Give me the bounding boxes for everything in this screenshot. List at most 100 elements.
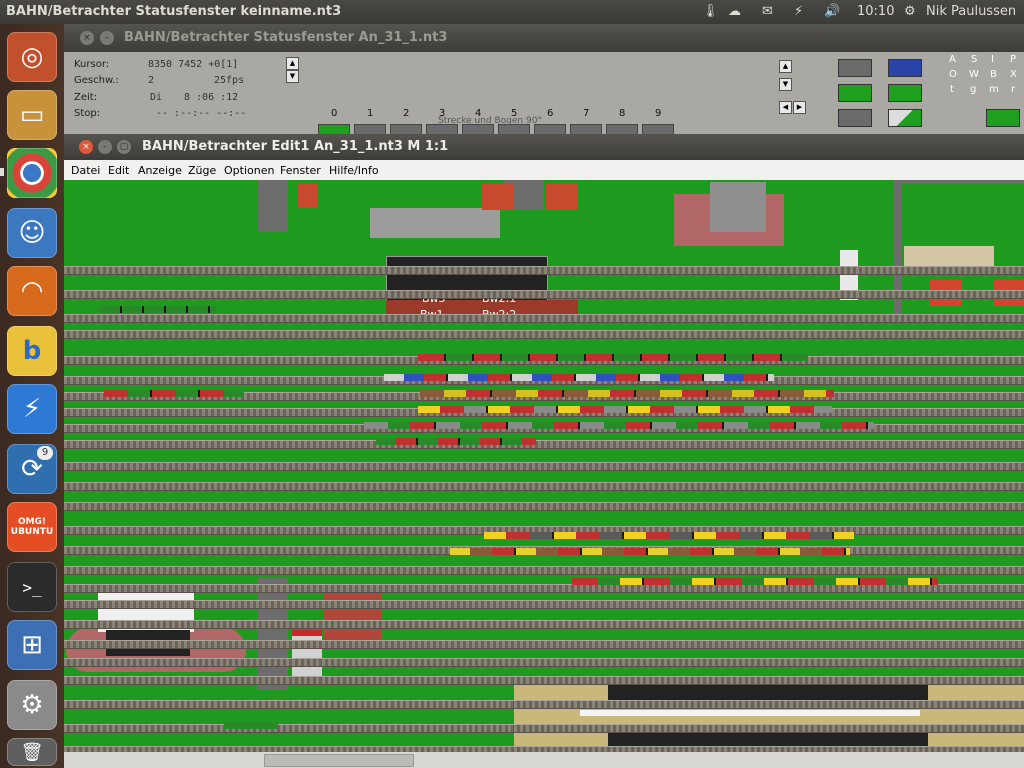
- ubuntu-icon[interactable]: ◎: [7, 32, 57, 82]
- train[interactable]: [418, 406, 832, 413]
- train[interactable]: [384, 374, 774, 381]
- train[interactable]: [104, 390, 244, 397]
- train[interactable]: [224, 722, 278, 729]
- maximize-icon[interactable]: ▢: [117, 140, 131, 154]
- kursor-down-button[interactable]: ▼: [286, 70, 299, 83]
- building: [710, 182, 766, 232]
- letter-b[interactable]: B: [990, 69, 997, 80]
- letter-r[interactable]: r: [1011, 84, 1015, 95]
- letter-g[interactable]: g: [970, 84, 976, 95]
- track: [64, 700, 1024, 709]
- view-train-icon[interactable]: [986, 109, 1020, 127]
- stop-label: Stop:: [74, 108, 101, 119]
- track-caption: Strecke und Bogen 90°: [438, 116, 542, 126]
- letter-t[interactable]: t: [950, 84, 954, 95]
- track: [64, 314, 1024, 323]
- track: [64, 640, 1024, 649]
- track-num-7: 7: [583, 108, 590, 119]
- train[interactable]: [418, 354, 808, 361]
- rss-icon[interactable]: ◠: [7, 266, 57, 316]
- up-arrow-button[interactable]: ▲: [779, 60, 792, 73]
- track: [64, 440, 1024, 449]
- view-trees-icon[interactable]: [888, 84, 922, 102]
- view-grass-icon[interactable]: [838, 84, 872, 102]
- train[interactable]: [484, 532, 854, 539]
- trash-icon[interactable]: 🗑: [7, 738, 57, 766]
- thermometer-icon[interactable]: 🌡: [702, 3, 719, 21]
- letter-o[interactable]: O: [949, 69, 957, 80]
- track: [64, 290, 1024, 299]
- minimize-icon[interactable]: –: [98, 140, 112, 154]
- cloud-icon[interactable]: ☁: [728, 3, 741, 21]
- kursor-up-button[interactable]: ▲: [286, 57, 299, 70]
- train[interactable]: [100, 306, 216, 313]
- road: [258, 180, 288, 232]
- left-arrow-button[interactable]: ◀: [779, 101, 792, 114]
- letter-s[interactable]: S: [971, 54, 977, 65]
- omg-ubuntu-icon[interactable]: OMG! UBUNTU: [7, 502, 57, 552]
- user-name[interactable]: Nik Paulussen: [926, 3, 1016, 21]
- station-building: [370, 208, 500, 238]
- menu-hilfe-info[interactable]: Hilfe/Info: [329, 164, 379, 177]
- volume-icon[interactable]: 🔊: [824, 3, 840, 21]
- track: [64, 620, 1024, 629]
- status-window-title: BAHN/Betrachter Statusfenster An_31_1.nt…: [124, 30, 448, 45]
- bolt-app-icon[interactable]: ⚡: [7, 384, 57, 434]
- letter-p[interactable]: P: [1010, 54, 1016, 65]
- close-icon[interactable]: ×: [80, 31, 94, 45]
- view-tracks-icon[interactable]: [838, 59, 872, 77]
- train[interactable]: [450, 548, 850, 555]
- letter-x[interactable]: X: [1010, 69, 1017, 80]
- close-icon[interactable]: ×: [79, 140, 93, 154]
- letter-i[interactable]: I: [991, 54, 994, 65]
- mail-icon[interactable]: ✉: [762, 3, 773, 21]
- settings-icon[interactable]: ⚙: [7, 680, 57, 730]
- horizontal-scrollbar[interactable]: [64, 752, 1024, 768]
- layout-canvas[interactable]: Bw3 Bw2:1 Bw1 Bw2:2: [64, 180, 1024, 752]
- menu-edit[interactable]: Edit: [108, 164, 129, 177]
- b-app-icon[interactable]: b: [7, 326, 57, 376]
- letter-m[interactable]: m: [989, 84, 999, 95]
- network-icon[interactable]: ⚡: [794, 3, 803, 21]
- track-num-9: 9: [655, 108, 662, 119]
- menu-optionen[interactable]: Optionen: [224, 164, 274, 177]
- letter-w[interactable]: W: [969, 69, 979, 80]
- track: [64, 502, 1024, 511]
- clock[interactable]: 10:10: [857, 3, 894, 21]
- workspaces-icon[interactable]: ⊞: [7, 620, 57, 670]
- letter-a[interactable]: A: [949, 54, 956, 65]
- train[interactable]: [572, 578, 938, 585]
- menu-anzeige[interactable]: Anzeige: [138, 164, 182, 177]
- kursor-label: Kursor:: [74, 59, 110, 70]
- terminal-icon[interactable]: >_: [7, 562, 57, 612]
- minimize-icon[interactable]: –: [100, 31, 114, 45]
- track: [64, 600, 1024, 609]
- train[interactable]: [376, 438, 536, 445]
- house: [292, 630, 322, 676]
- track: [64, 676, 1024, 685]
- mail-stamp-icon[interactable]: ☺: [7, 208, 57, 258]
- train[interactable]: [364, 422, 874, 429]
- stop-value: -- :--:-- --:--: [156, 108, 247, 119]
- menu-bar: Datei Edit Anzeige Züge Optionen Fenster…: [64, 160, 1024, 180]
- geschw-label: Geschw.:: [74, 75, 119, 86]
- menu-datei[interactable]: Datei: [71, 164, 100, 177]
- track-num-8: 8: [619, 108, 626, 119]
- train[interactable]: [420, 390, 834, 397]
- scrollbar-thumb[interactable]: [264, 754, 414, 767]
- menu-fenster[interactable]: Fenster: [280, 164, 321, 177]
- gear-icon[interactable]: ⚙: [904, 3, 916, 21]
- house: [482, 184, 514, 210]
- menu-zuege[interactable]: Züge: [188, 164, 216, 177]
- down-arrow-button[interactable]: ▼: [779, 78, 792, 91]
- fps-value: 25fps: [214, 75, 245, 86]
- view-slope-icon[interactable]: [888, 109, 922, 127]
- chat-app-icon[interactable]: ⟳ 9: [7, 444, 57, 494]
- files-icon[interactable]: ▭: [7, 90, 57, 140]
- chrome-icon[interactable]: [7, 148, 57, 198]
- right-arrow-button[interactable]: ▶: [793, 101, 806, 114]
- view-water-icon[interactable]: [888, 59, 922, 77]
- view-signal-icon[interactable]: [838, 109, 872, 127]
- track: [64, 724, 1024, 733]
- house: [546, 184, 578, 210]
